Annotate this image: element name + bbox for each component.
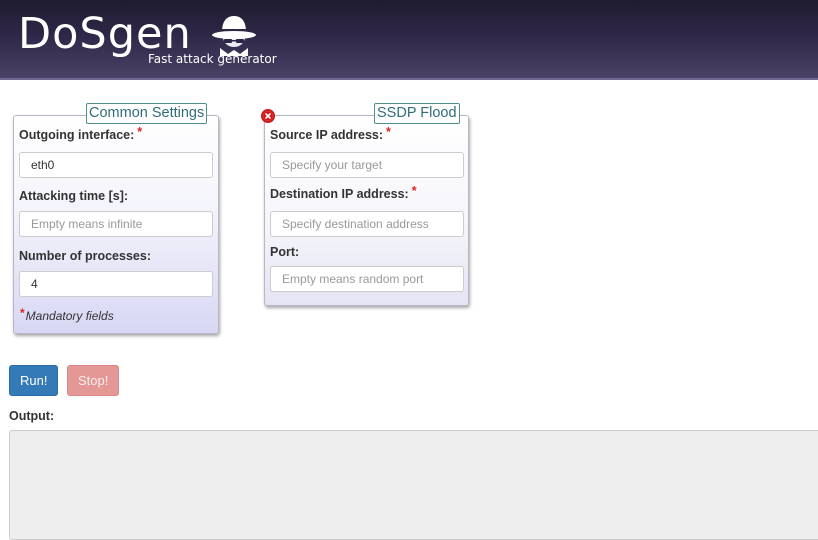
app-header: DoSgen Fast attack generator	[0, 0, 818, 80]
attack-time-input[interactable]	[19, 211, 213, 237]
ssdp-flood-legend: SSDP Flood	[374, 103, 460, 124]
dest-ip-label-text: Destination IP address:	[270, 187, 409, 201]
port-label: Port:	[270, 245, 300, 259]
run-button[interactable]: Run!	[9, 365, 58, 396]
required-marker: *	[411, 184, 417, 198]
ssdp-flood-panel: SSDP Flood Source IP address:* Destinati…	[261, 103, 469, 306]
port-input[interactable]	[270, 266, 464, 292]
processes-input[interactable]	[19, 271, 213, 297]
required-marker: *	[137, 125, 143, 139]
dest-ip-label: Destination IP address: *	[270, 184, 417, 201]
app-subtitle: Fast attack generator	[148, 52, 277, 66]
output-textarea[interactable]	[9, 430, 818, 540]
interface-input[interactable]	[19, 152, 213, 178]
interface-label-text: Outgoing interface:	[19, 128, 135, 142]
common-settings-legend: Common Settings	[86, 103, 208, 124]
required-marker: *	[386, 125, 391, 139]
mandatory-note: *Mandatory fields	[20, 306, 114, 323]
close-icon[interactable]	[261, 109, 275, 123]
attack-time-label: Attacking time [s]:	[19, 189, 129, 203]
source-ip-label-text: Source IP address:	[270, 128, 384, 142]
dest-ip-input[interactable]	[270, 211, 464, 237]
source-ip-input[interactable]	[270, 152, 464, 178]
spy-hat-icon	[212, 16, 256, 56]
processes-label: Number of processes:	[19, 249, 151, 263]
interface-label: Outgoing interface: *	[19, 125, 143, 142]
mandatory-note-text: Mandatory fields	[25, 309, 114, 323]
common-settings-panel: Common Settings Outgoing interface:* Att…	[13, 103, 219, 334]
required-marker: *	[20, 306, 25, 320]
close-x-glyph	[263, 111, 273, 121]
output-label: Output:	[9, 409, 55, 423]
source-ip-label: Source IP address: *	[270, 125, 391, 142]
stop-button[interactable]: Stop!	[67, 365, 119, 396]
